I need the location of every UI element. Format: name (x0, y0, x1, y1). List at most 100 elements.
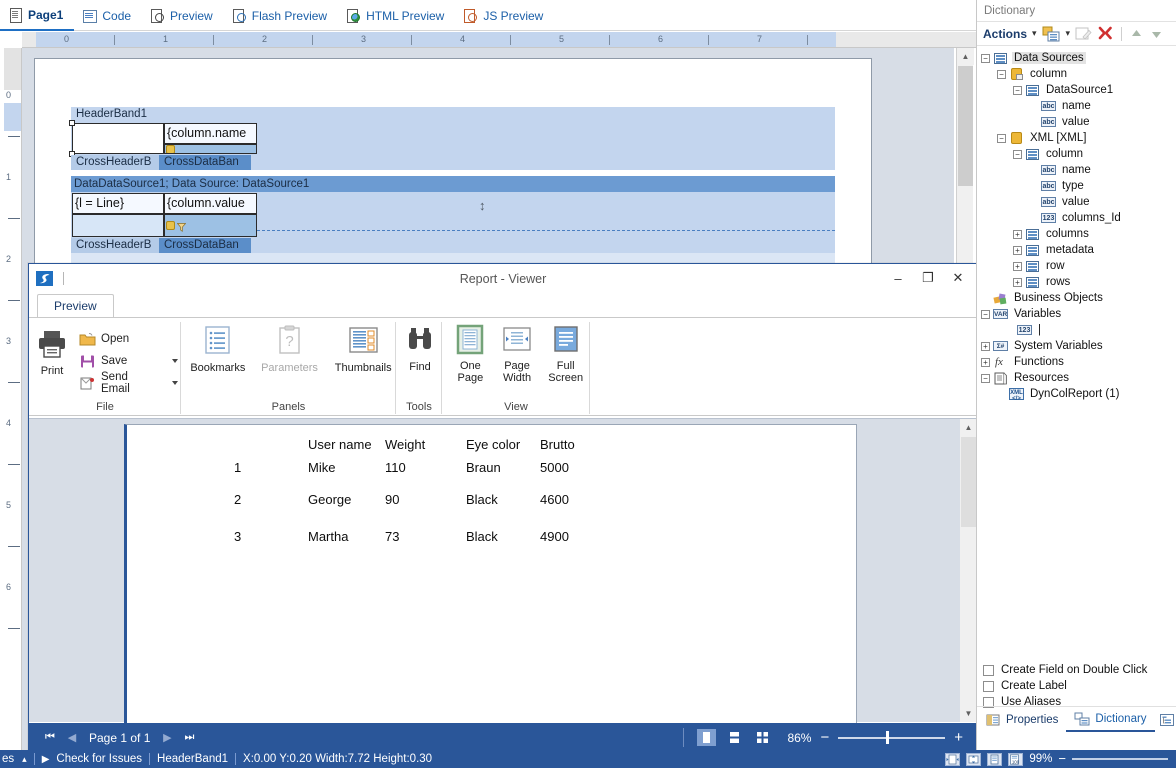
tree-node-datasource1[interactable]: − DataSource1 (977, 82, 1176, 98)
expander-icon[interactable]: − (1013, 85, 1022, 95)
actions-button[interactable]: Actions (983, 27, 1027, 41)
single-page-view-icon[interactable] (697, 729, 717, 746)
run-icon[interactable]: ▶ (42, 754, 50, 765)
tree-node-xml[interactable]: − XML [XML] (977, 130, 1176, 146)
expander-icon[interactable]: + (1013, 261, 1022, 271)
multi-page-view-icon[interactable] (753, 729, 772, 746)
tree-node-variable-item[interactable]: 123 | (977, 322, 1176, 338)
header-left-cell[interactable] (72, 123, 164, 154)
continuous-view-icon[interactable] (725, 729, 744, 746)
scroll-up-arrow[interactable]: ▲ (957, 48, 974, 65)
expander-icon[interactable]: − (981, 53, 990, 63)
tree-node-rows[interactable]: + rows (977, 274, 1176, 290)
zoom-in-button[interactable]: + (954, 730, 963, 745)
tree-node-column-xml[interactable]: − column (977, 146, 1176, 162)
report-page-sheet[interactable]: HeaderBand1 {column.name CrossHeaderB Cr… (34, 58, 872, 270)
tab-code[interactable]: Code (74, 0, 142, 31)
horizontal-ruler[interactable]: 0 1 2 3 4 5 6 7 (22, 32, 976, 48)
resize-handle-tl[interactable] (69, 120, 75, 126)
viewer-vertical-scrollbar[interactable]: ▲ ▼ (960, 419, 977, 722)
close-button[interactable]: ✕ (943, 266, 973, 290)
tab-preview-ribbon[interactable]: Preview (37, 294, 114, 317)
send-email-dropdown-caret[interactable] (172, 381, 179, 385)
check-for-issues-button[interactable]: Check for Issues (49, 753, 142, 765)
tree-node-data-sources[interactable]: − Data Sources (977, 50, 1176, 66)
expander-icon[interactable]: + (1013, 245, 1022, 255)
expander-icon[interactable]: − (997, 133, 1006, 143)
next-page-icon[interactable]: ▶ (156, 731, 178, 744)
zoom-100-icon[interactable]: 100 (1008, 752, 1024, 766)
viewer-title-bar[interactable]: Report - Viewer – ❐ ✕ (29, 264, 977, 293)
thumbnails-button[interactable]: Thumbnails (330, 324, 396, 374)
option-create-field-on-double-click[interactable]: Create Field on Double Click (983, 662, 1176, 678)
tree-node-dyncolreport[interactable]: XML </> DynColReport (1) (977, 386, 1176, 402)
save-button[interactable]: Save (75, 350, 182, 372)
tree-node-functions[interactable]: + fx Functions (977, 354, 1176, 370)
move-down-icon[interactable] (1149, 27, 1164, 41)
zoom-slider-knob[interactable] (886, 731, 890, 744)
open-button[interactable]: Open (75, 328, 182, 350)
tree-node-columns-id[interactable]: 123 columns_Id (977, 210, 1176, 226)
tab-flash-preview[interactable]: Flash Preview (224, 0, 338, 31)
save-dropdown-caret[interactable] (172, 359, 179, 363)
fit-page-icon[interactable] (987, 752, 1003, 766)
data-left-footer-strip[interactable] (72, 214, 164, 237)
band-data-title-bar[interactable]: DataDataSource1; Data Source: DataSource… (71, 176, 835, 192)
status-collapse-caret[interactable]: ▴ (14, 754, 27, 765)
tree-node-name-1[interactable]: abc name (977, 98, 1176, 114)
tree-node-metadata[interactable]: + metadata (977, 242, 1176, 258)
minimize-button[interactable]: – (883, 266, 913, 290)
expander-icon[interactable]: − (997, 69, 1006, 79)
status-zoom-out-button[interactable]: − (1058, 752, 1066, 765)
tree-node-column-ds[interactable]: − column (977, 66, 1176, 82)
parameters-button[interactable]: ? Parameters (257, 324, 323, 374)
expander-icon[interactable]: + (1013, 229, 1022, 239)
data-right-footer-strip[interactable] (164, 214, 257, 237)
first-page-icon[interactable]: ⏮ (39, 731, 61, 744)
zoom-slider[interactable] (838, 731, 946, 745)
zoom-out-button[interactable]: − (820, 730, 829, 745)
full-screen-button[interactable]: Full Screen (541, 324, 590, 384)
tab-dictionary[interactable]: Dictionary (1066, 707, 1155, 732)
status-zoom-slider[interactable] (1072, 753, 1168, 765)
expander-icon[interactable]: − (981, 373, 990, 383)
tree-node-resources[interactable]: − Resources (977, 370, 1176, 386)
checkbox[interactable] (983, 680, 994, 692)
tree-node-type[interactable]: abc type (977, 178, 1176, 194)
expander-icon[interactable]: + (981, 341, 990, 351)
tree-node-variables[interactable]: − VAR Variables (977, 306, 1176, 322)
data-line-expr-cell[interactable]: {l = Line} (72, 193, 164, 214)
option-create-label[interactable]: Create Label (983, 678, 1176, 694)
tree-node-value-2[interactable]: abc value (977, 194, 1176, 210)
actions-dropdown-caret[interactable]: ▾ (1032, 28, 1037, 39)
maximize-button[interactable]: ❐ (913, 266, 943, 290)
fit-height-icon[interactable] (966, 752, 982, 766)
delete-red-x-icon[interactable] (1097, 26, 1114, 41)
dictionary-tree[interactable]: − Data Sources − column − DataSource1 ab… (977, 47, 1176, 662)
rendered-report-page[interactable]: User name Weight Eye color Brutto 1 Mike… (124, 424, 857, 768)
tree-node-system-variables[interactable]: + Σ# System Variables (977, 338, 1176, 354)
print-button[interactable]: Print (35, 328, 69, 377)
tab-page1[interactable]: Page1 (0, 0, 75, 31)
tab-html-preview[interactable]: HTML Preview (338, 0, 455, 31)
expander-icon[interactable]: − (1013, 149, 1022, 159)
one-page-button[interactable]: One Page (448, 324, 493, 384)
last-page-icon[interactable]: ⏭ (178, 731, 200, 744)
data-column-value-cell[interactable]: {column.value (164, 193, 257, 214)
viewer-scroll-thumb[interactable] (961, 437, 976, 527)
move-up-icon[interactable] (1129, 27, 1144, 41)
page-width-button[interactable]: Page Width (493, 324, 542, 384)
tab-preview[interactable]: Preview (142, 0, 224, 31)
viewer-scroll-up-arrow[interactable]: ▲ (960, 419, 977, 436)
new-item-icon[interactable] (1042, 26, 1061, 42)
find-button[interactable]: Find (400, 324, 440, 373)
send-email-button[interactable]: Send Email (75, 371, 182, 395)
vertical-resize-handle[interactable]: ↕ (479, 199, 486, 212)
prev-page-icon[interactable]: ◀ (61, 731, 83, 744)
tree-node-columns[interactable]: + columns (977, 226, 1176, 242)
checkbox[interactable] (983, 664, 994, 676)
header-column-name-cell[interactable]: {column.name (164, 123, 257, 144)
fit-width-icon[interactable] (945, 752, 961, 766)
new-item-dropdown-caret[interactable]: ▾ (1066, 28, 1071, 39)
tree-node-business-objects[interactable]: Business Objects (977, 290, 1176, 306)
